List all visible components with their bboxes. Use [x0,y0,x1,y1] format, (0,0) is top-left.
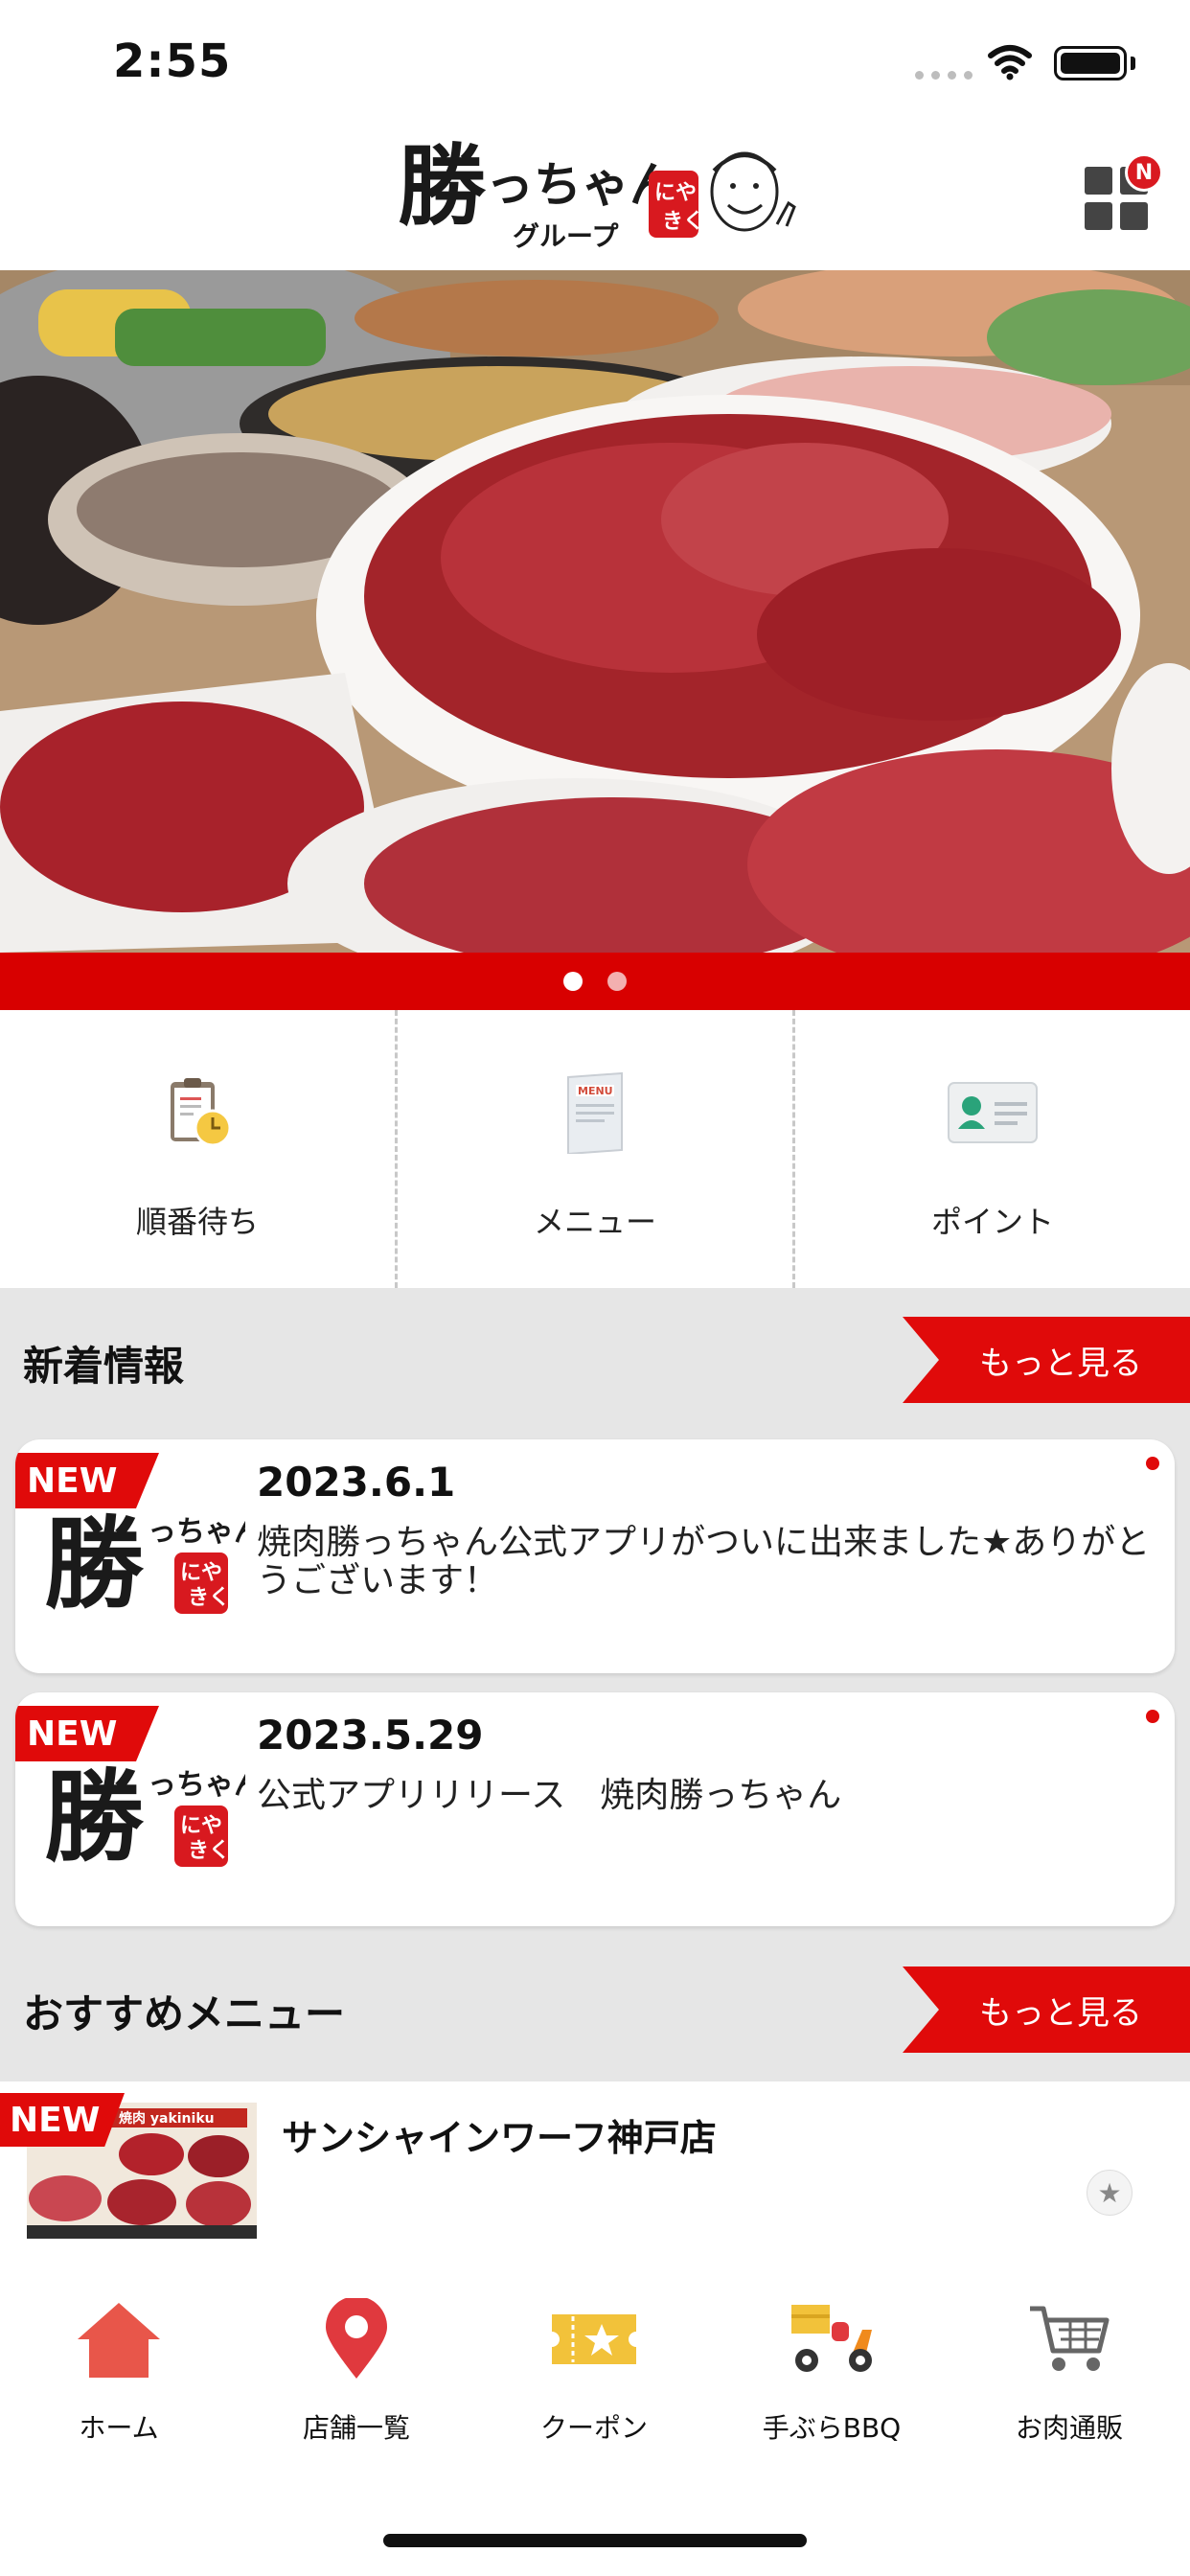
pager-dot[interactable] [607,972,627,991]
tab-label: ホーム [79,2412,159,2444]
svg-text:にや: にや [654,181,697,205]
home-icon [66,2296,172,2382]
quick-action-label: メニュー [533,1204,656,1240]
tab-stores[interactable]: 店舗一覧 [238,2296,475,2446]
new-badge: NEW [15,1706,159,1761]
svg-text:勝: 勝 [44,1758,145,1871]
svg-text:にや: にや [180,1561,222,1585]
unread-indicator [1146,1710,1159,1723]
news-text: 公式アプリリリース 焼肉勝っちゃん [257,1776,842,1815]
unread-indicator [1146,1457,1159,1470]
tab-bbq[interactable]: 手ぶらBBQ [713,2296,950,2446]
hero-pager[interactable] [0,953,1190,1010]
svg-text:きく: きく [662,210,704,234]
brand-logo[interactable]: 勝 っちゃん グループ にや きく [398,132,800,266]
quick-action-label: 順番待ち [135,1204,259,1240]
notification-badge: N [1125,153,1163,192]
thumb-label: 焼肉 yakiniku [119,2110,215,2127]
member-card-icon [945,1070,1041,1156]
svg-text:きく: きく [188,1586,230,1610]
news-item[interactable]: 勝 っちゃん にや きく NEW 2023.5.29 公式アプリリリース 焼肉勝… [15,1692,1175,1926]
recommend-item-title: サンシャインワーフ神戸店 [282,2117,717,2159]
svg-text:勝: 勝 [44,1505,145,1618]
svg-text:勝: 勝 [398,134,487,238]
bottom-tab-bar: ホーム 店舗一覧 クーポン 手ぶらBBQ お肉通販 [0,2244,1190,2576]
recommend-item[interactable]: NEW 焼肉 yakiniku サンシャインワーフ神戸店 ★ [0,2082,1190,2245]
delivery-scooter-icon [779,2296,884,2382]
svg-text:MENU: MENU [578,1085,613,1097]
svg-text:っちゃん: っちゃん [148,1768,245,1802]
svg-text:きく: きく [188,1839,230,1863]
tab-online-shop[interactable]: お肉通販 [950,2296,1188,2446]
shopping-cart-icon [1017,2296,1122,2382]
tab-label: クーポン [539,2412,648,2444]
quick-action-menu[interactable]: MENU メニュー [395,1010,792,1288]
battery-icon [1054,46,1127,80]
recommend-section-title: おすすめメニュー [23,1990,346,2037]
status-time: 2:55 [113,34,232,88]
tab-label: お肉通販 [1015,2412,1123,2444]
menu-book-icon: MENU [547,1070,643,1156]
quick-actions: 順番待ち MENU メニュー ポイント [0,1010,1190,1288]
news-date: 2023.5.29 [257,1712,484,1759]
new-badge: NEW [0,2093,125,2147]
pager-dot-active[interactable] [563,972,583,991]
home-indicator [383,2534,807,2547]
tab-label: 手ぶらBBQ [762,2412,902,2444]
tab-label: 店舗一覧 [302,2412,410,2444]
news-section-title: 新着情報 [23,1343,185,1390]
svg-text:にや: にや [180,1814,222,1838]
svg-text:グループ: グループ [513,220,619,252]
brand-thumbnail: 勝 っちゃん にや きく [44,1505,245,1618]
brand-thumbnail: 勝 っちゃん にや きく [44,1758,245,1871]
coupon-icon [541,2296,647,2382]
news-text: 焼肉勝っちゃん公式アプリがついに出来ました★ありがとうございます！ [257,1523,1151,1600]
news-more-button[interactable]: もっと見る [903,1317,1190,1403]
tab-home[interactable]: ホーム [0,2296,238,2446]
new-badge: NEW [15,1453,159,1508]
map-pin-icon [304,2296,409,2382]
clipboard-clock-icon [149,1070,245,1156]
hero-banner-image[interactable] [0,270,1190,953]
wifi-icon [988,45,1032,80]
news-item[interactable]: 勝 っちゃん にや きく NEW 2023.6.1 焼肉勝っちゃん公式アプリがつ… [15,1439,1175,1673]
quick-action-waitlist[interactable]: 順番待ち [0,1010,395,1288]
content-section [0,1288,1190,2082]
favorite-star-icon[interactable]: ★ [1087,2170,1133,2216]
news-date: 2023.6.1 [257,1459,456,1506]
svg-text:っちゃん: っちゃん [148,1515,245,1549]
recommend-more-button[interactable]: もっと見る [903,1966,1190,2053]
quick-action-label: ポイント [930,1204,1054,1240]
quick-action-points[interactable]: ポイント [792,1010,1190,1288]
signal-icon [915,71,973,80]
tab-coupons[interactable]: クーポン [475,2296,713,2446]
